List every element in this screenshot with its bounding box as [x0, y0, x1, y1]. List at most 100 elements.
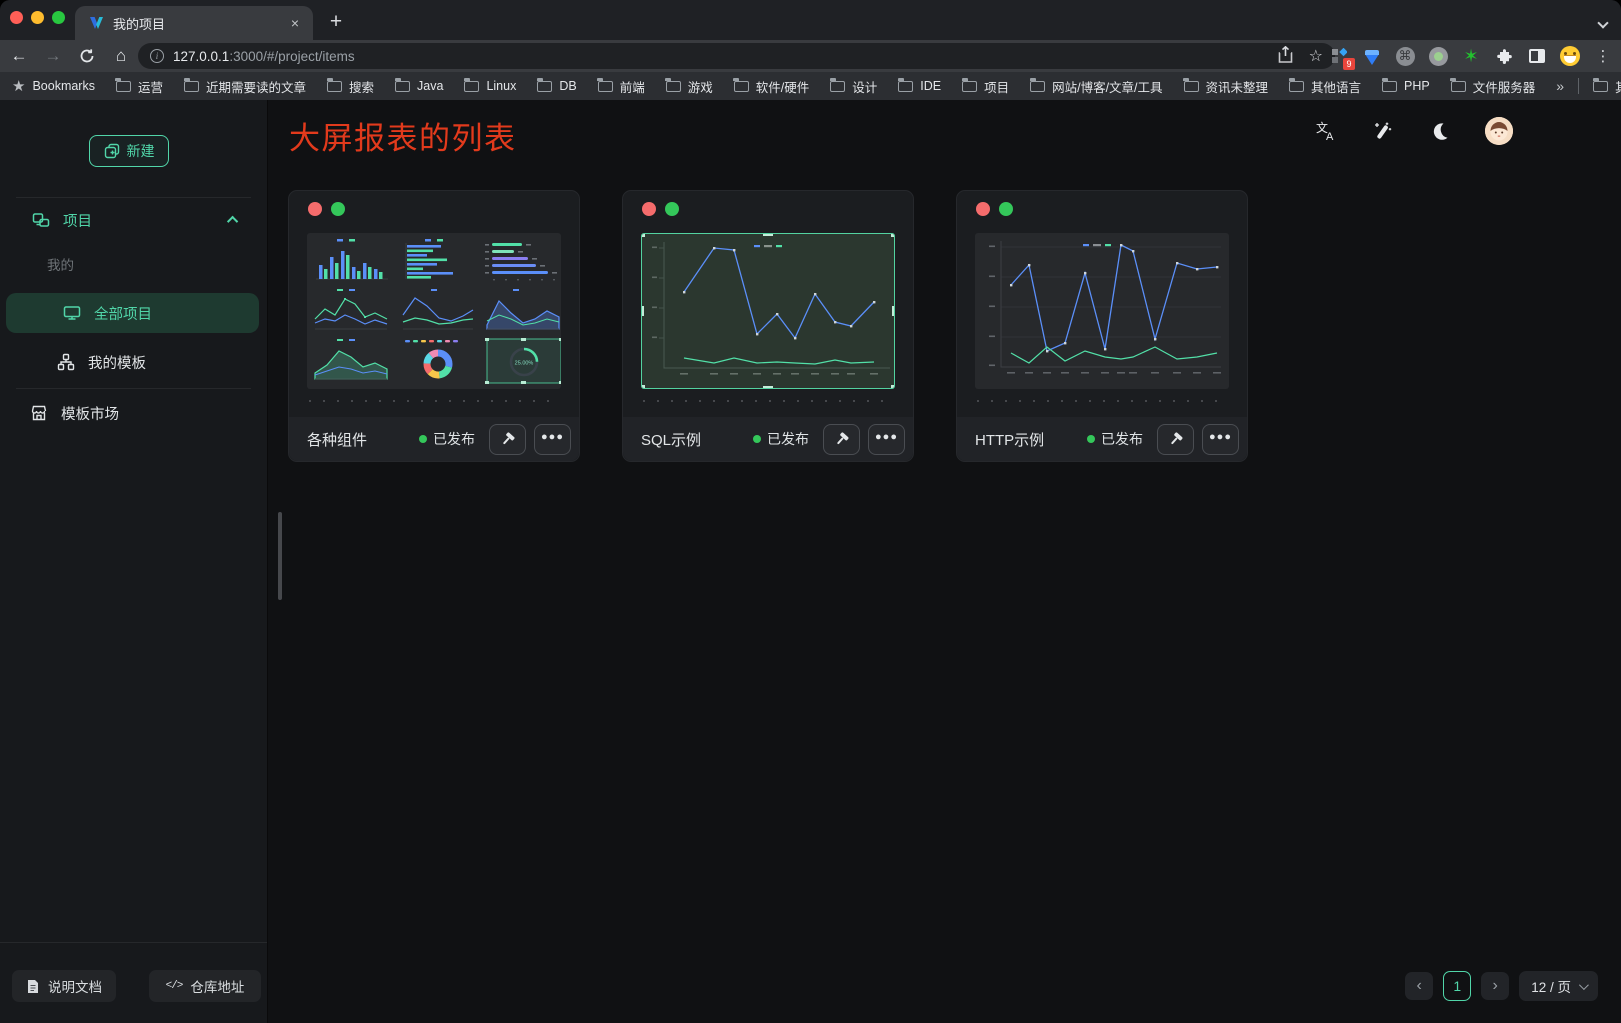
url-path: :3000/#/project/items: [229, 49, 1277, 64]
project-card[interactable]: SQL示例 已发布 ●●●: [622, 190, 914, 462]
edit-project-button[interactable]: [823, 424, 860, 455]
home-button[interactable]: ⌂: [106, 43, 136, 69]
bookmark-folder[interactable]: 近期需要读的文章: [184, 77, 306, 96]
scrollbar-thumb[interactable]: [278, 512, 282, 600]
sidebar-group-project[interactable]: 项目: [0, 204, 268, 236]
bookmark-folder[interactable]: PHP: [1382, 79, 1430, 93]
folder-icon: [1030, 81, 1045, 92]
bookmark-folder[interactable]: 运营: [116, 77, 163, 96]
tab-search-button[interactable]: [1599, 14, 1607, 32]
bookmarks-manager-item[interactable]: ★Bookmarks: [12, 77, 95, 95]
divider: [1578, 78, 1579, 94]
command-extension-icon[interactable]: ⌘: [1395, 46, 1415, 66]
site-info-icon[interactable]: i: [150, 49, 164, 63]
sidebar-item-my-templates[interactable]: 我的模板: [0, 346, 268, 378]
translate-icon[interactable]: 文A: [1314, 119, 1338, 143]
new-tab-button[interactable]: +: [322, 8, 350, 36]
header-actions: 文A: [1314, 117, 1513, 145]
page-size-select[interactable]: 12 / 页: [1519, 971, 1598, 1001]
forward-button[interactable]: →: [38, 43, 68, 69]
puzzle-extensions-icon[interactable]: [1494, 46, 1514, 66]
next-page-button[interactable]: ›: [1481, 972, 1509, 1000]
bookmarks-overflow-chevron[interactable]: »: [1556, 78, 1564, 94]
share-icon[interactable]: [1278, 46, 1293, 66]
bookmarks-bar: ★Bookmarks 运营 近期需要读的文章 搜索 Java Linux DB …: [0, 72, 1621, 100]
chevron-up-icon[interactable]: [227, 216, 238, 227]
close-window-button[interactable]: [10, 11, 23, 24]
browser-tab[interactable]: 我的项目 ×: [75, 6, 313, 40]
window-controls: [10, 11, 65, 24]
project-title: 各种组件: [307, 429, 411, 450]
card-green-dot: [665, 202, 679, 216]
bookmark-folder[interactable]: Java: [395, 79, 443, 93]
status-badge: 已发布: [419, 429, 475, 449]
bookmark-folder[interactable]: 文件服务器: [1451, 77, 1536, 96]
edit-project-button[interactable]: [489, 424, 526, 455]
zoom-window-button[interactable]: [52, 11, 65, 24]
dark-mode-moon-icon[interactable]: [1428, 119, 1452, 143]
browser-menu-icon[interactable]: ⋮: [1593, 46, 1613, 66]
bookmark-folder[interactable]: 项目: [962, 77, 1009, 96]
bookmark-folder[interactable]: 其他语言: [1289, 77, 1361, 96]
sidebar-item-all-projects[interactable]: 全部项目: [6, 293, 259, 333]
divider: [16, 197, 251, 198]
other-bookmarks-folder[interactable]: 其他书签: [1593, 77, 1621, 96]
tab-close-icon[interactable]: ×: [287, 15, 303, 31]
template-flow-icon: [57, 353, 75, 371]
project-preview[interactable]: [975, 233, 1229, 389]
pagination: ‹ 1 › 12 / 页: [1405, 971, 1598, 1001]
browser-toolbar: ← → ⌂ i 127.0.0.1 :3000/#/project/items …: [0, 40, 1621, 72]
bookmark-folder[interactable]: 资讯未整理: [1184, 77, 1269, 96]
green-star-extension-icon[interactable]: ✶: [1461, 46, 1481, 66]
profile-avatar-emoji[interactable]: [1560, 46, 1580, 66]
more-actions-button[interactable]: ●●●: [534, 424, 571, 455]
bookmark-folder[interactable]: Linux: [464, 79, 516, 93]
project-card[interactable]: HTTP示例 已发布 ●●●: [956, 190, 1248, 462]
divider: [16, 388, 251, 389]
reload-button[interactable]: [72, 43, 102, 69]
browser-window: 我的项目 × + ← → ⌂ i 127.0.0.1 :3000/#/proje…: [0, 0, 1621, 1023]
bookmark-folder[interactable]: IDE: [898, 79, 941, 93]
sidebar-item-template-market[interactable]: 模板市场: [0, 397, 268, 429]
card-green-dot: [999, 202, 1013, 216]
docs-button[interactable]: 说明文档: [12, 970, 116, 1002]
address-bar[interactable]: i 127.0.0.1 :3000/#/project/items ☆: [138, 43, 1335, 69]
project-title: HTTP示例: [975, 429, 1079, 450]
ellipsis-icon: ●●●: [875, 431, 898, 443]
repo-button[interactable]: </> 仓库地址: [149, 970, 261, 1002]
dotted-separator: [977, 400, 1227, 402]
bookmark-folder[interactable]: DB: [537, 79, 576, 93]
tab-manager-extension-icon[interactable]: 9: [1329, 46, 1349, 66]
project-title: SQL示例: [641, 429, 745, 450]
hammer-icon: [1168, 431, 1184, 447]
sidepanel-extension-icon[interactable]: [1527, 46, 1547, 66]
bookmark-folder[interactable]: 搜索: [327, 77, 374, 96]
magic-wand-icon[interactable]: [1371, 119, 1395, 143]
project-card[interactable]: 25.00% 各种组件 已发布 ●●●: [288, 190, 580, 462]
minimize-window-button[interactable]: [31, 11, 44, 24]
prev-page-button[interactable]: ‹: [1405, 972, 1433, 1000]
project-preview[interactable]: [641, 233, 895, 389]
back-button[interactable]: ←: [4, 43, 34, 69]
gem-extension-icon[interactable]: [1362, 46, 1382, 66]
project-preview[interactable]: 25.00%: [307, 233, 561, 389]
bookmark-folder[interactable]: 前端: [598, 77, 645, 96]
page-title: 大屏报表的列表: [289, 113, 517, 158]
card-footer: 各种组件 已发布 ●●●: [289, 417, 579, 461]
more-actions-button[interactable]: ●●●: [1202, 424, 1239, 455]
new-project-button[interactable]: 新建: [89, 135, 169, 167]
bookmark-folder[interactable]: 软件/硬件: [734, 77, 809, 96]
user-avatar[interactable]: [1485, 117, 1513, 145]
record-extension-icon[interactable]: [1428, 46, 1448, 66]
card-green-dot: [331, 202, 345, 216]
bookmark-folder[interactable]: 设计: [830, 77, 877, 96]
folder-icon: [898, 81, 913, 92]
bookmark-star-icon[interactable]: ☆: [1309, 46, 1323, 66]
current-page-button[interactable]: 1: [1443, 971, 1471, 1001]
folder-icon: [734, 81, 749, 92]
bookmark-folder[interactable]: 网站/博客/文章/工具: [1030, 77, 1162, 96]
edit-project-button[interactable]: [1157, 424, 1194, 455]
bookmark-folder[interactable]: 游戏: [666, 77, 713, 96]
goview-logo-icon: [89, 16, 104, 30]
more-actions-button[interactable]: ●●●: [868, 424, 905, 455]
